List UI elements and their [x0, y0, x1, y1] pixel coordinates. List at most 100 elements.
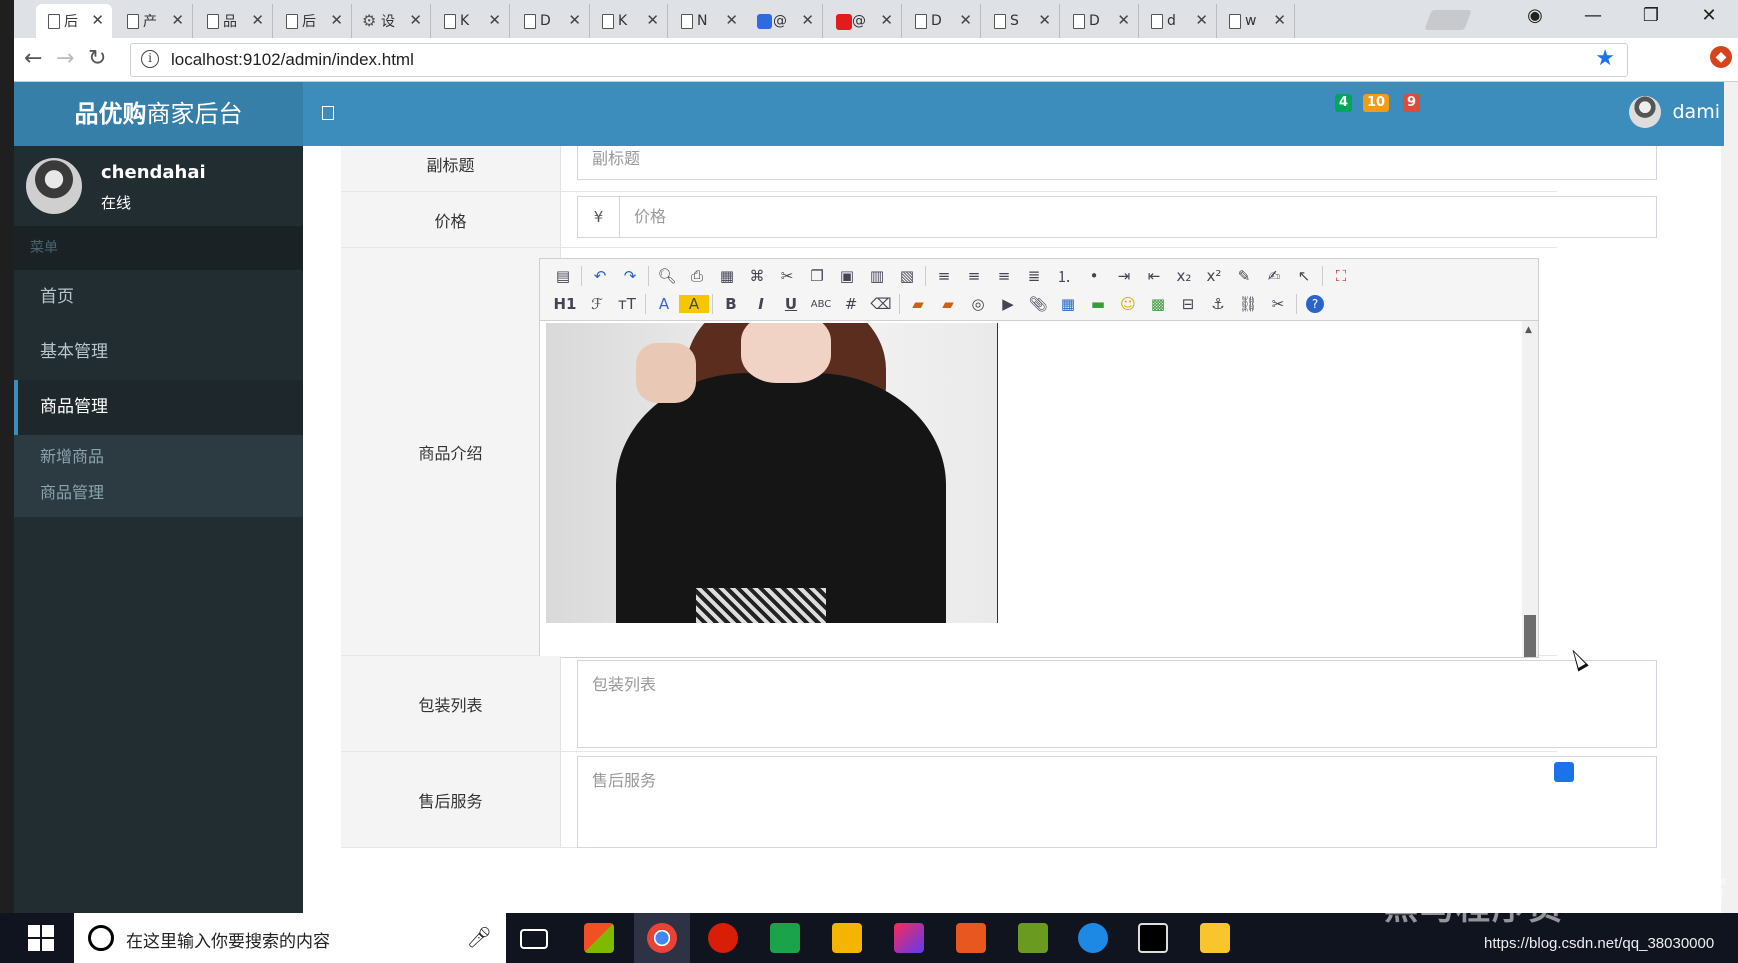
autofill-icon[interactable] — [1554, 762, 1574, 782]
fullscreen-icon[interactable]: ⛶ — [1326, 267, 1356, 285]
tab-close-icon[interactable]: ✕ — [725, 11, 738, 29]
tab-close-icon[interactable]: ✕ — [488, 11, 501, 29]
forward-arrow-icon[interactable]: → — [56, 46, 74, 71]
reload-icon[interactable]: ↻ — [88, 46, 106, 71]
new-tab-button[interactable] — [1424, 10, 1472, 30]
packing-textarea[interactable]: 包装列表 — [577, 660, 1657, 748]
price-input[interactable]: ¥ 价格 — [577, 196, 1657, 238]
strikethrough-icon[interactable]: ABC — [806, 299, 836, 310]
browser-tab[interactable]: d ✕ — [1139, 4, 1217, 38]
header-user-menu[interactable]: dami — [1628, 96, 1720, 128]
tab-close-icon[interactable]: ✕ — [880, 11, 893, 29]
map-icon[interactable]: ▩ — [1143, 295, 1173, 313]
cut-icon[interactable]: ✂ — [772, 267, 802, 285]
browser-tab[interactable]: @ ✕ — [745, 4, 823, 38]
task-view-icon[interactable] — [520, 929, 548, 949]
pagebreak-icon[interactable]: ⊟ — [1173, 295, 1203, 313]
sidebar-item-goods-management[interactable]: 商品管理 — [14, 380, 303, 435]
tab-close-icon[interactable]: ✕ — [646, 11, 659, 29]
url-field[interactable]: i localhost:9102/admin/index.html ★ — [130, 43, 1628, 77]
paste-icon[interactable]: ▣ — [832, 267, 862, 285]
subscript-icon[interactable]: x₂ — [1169, 267, 1199, 285]
app-icon[interactable] — [584, 923, 614, 953]
rich-text-editor[interactable]: ▤ ↶ ↷ 🔍︎ ⎙ ▦ ⌘ ✂ ❐ ▣ ▥ ▧ ≡ ≡ ≡ ≣ ⒈ • ⇥ ⇤… — [539, 258, 1539, 658]
file-explorer-icon[interactable] — [1200, 923, 1230, 953]
browser-tab[interactable]: 后 ✕ — [36, 4, 112, 38]
sidebar-subitem-goods-management[interactable]: 商品管理 — [14, 475, 303, 511]
extension-icon[interactable]: ◆ — [1710, 46, 1732, 68]
outdent-icon[interactable]: ⇤ — [1139, 267, 1169, 285]
product-image[interactable] — [546, 323, 998, 623]
multi-image-icon[interactable]: ▰ — [933, 295, 963, 313]
restore-button[interactable]: ❐ — [1622, 0, 1680, 32]
italic-icon[interactable]: I — [746, 295, 776, 313]
clear-format-icon[interactable]: ✎ — [1229, 267, 1259, 285]
scroll-up-arrow-icon[interactable]: ▲ — [1525, 325, 1532, 335]
link-icon[interactable]: ⛓ — [1233, 295, 1263, 313]
unordered-list-icon[interactable]: • — [1079, 267, 1109, 285]
flash-icon[interactable]: ◎ — [963, 295, 993, 313]
back-arrow-icon[interactable]: ← — [24, 46, 42, 71]
anchor-icon[interactable]: ⚓ — [1203, 295, 1233, 313]
font-family-icon[interactable]: ℱ — [582, 295, 612, 313]
align-left-icon[interactable]: ≡ — [929, 267, 959, 285]
sidebar-item-home[interactable]: 首页 — [14, 270, 303, 325]
app-yellow-icon[interactable] — [832, 923, 862, 953]
minimize-button[interactable]: — — [1564, 0, 1622, 32]
terminal-icon[interactable] — [1138, 923, 1168, 953]
select-all-icon[interactable]: ✍ — [1259, 267, 1289, 285]
preview-icon[interactable]: 🔍︎ — [652, 267, 682, 285]
undo-icon[interactable]: ↶ — [585, 267, 615, 285]
tab-close-icon[interactable]: ✕ — [409, 11, 422, 29]
font-color-icon[interactable]: A — [649, 295, 679, 313]
page-scrollbar[interactable] — [1724, 82, 1738, 913]
line-height-icon[interactable]: # — [836, 295, 866, 313]
app-green-icon[interactable] — [770, 923, 800, 953]
taskbar-search[interactable]: 在这里输入你要搜索的内容 🎤︎ — [74, 913, 506, 963]
intellij-icon[interactable] — [894, 923, 924, 953]
tab-close-icon[interactable]: ✕ — [1117, 11, 1130, 29]
print-icon[interactable]: ⎙ — [682, 267, 712, 285]
ordered-list-icon[interactable]: ⒈ — [1049, 266, 1079, 287]
browser-tab[interactable]: 产 ✕ — [115, 4, 193, 38]
tab-close-icon[interactable]: ✕ — [1273, 11, 1286, 29]
table-icon[interactable]: ▦ — [1053, 295, 1083, 313]
browser-tab[interactable]: N ✕ — [669, 4, 747, 38]
heading-dropdown[interactable]: H1 — [548, 295, 582, 313]
browser-tab[interactable]: K ✕ — [432, 4, 510, 38]
bold-icon[interactable]: B — [716, 295, 746, 313]
browser-tab[interactable]: 品 ✕ — [195, 4, 273, 38]
browser-tab[interactable]: ⚙ 设 ✕ — [353, 4, 431, 38]
image-icon[interactable]: ▰ — [903, 295, 933, 313]
browser-tab[interactable]: D ✕ — [1061, 4, 1139, 38]
tab-close-icon[interactable]: ✕ — [1195, 11, 1208, 29]
indent-icon[interactable]: ⇥ — [1109, 267, 1139, 285]
browser-tab[interactable]: @ ✕ — [824, 4, 902, 38]
browser-tab[interactable]: K ✕ — [590, 4, 668, 38]
paste-text-icon[interactable]: ▥ — [862, 267, 892, 285]
eraser-icon[interactable]: ⌫ — [866, 295, 896, 313]
editor-scrollbar[interactable]: ▲ — [1522, 321, 1538, 657]
align-center-icon[interactable]: ≡ — [959, 267, 989, 285]
unlink-icon[interactable]: ✂ — [1263, 295, 1293, 313]
sidebar-item-basic-management[interactable]: 基本管理 — [14, 325, 303, 380]
browser-tab[interactable]: w ✕ — [1217, 4, 1295, 38]
tab-close-icon[interactable]: ✕ — [1038, 11, 1051, 29]
app-blue-icon[interactable] — [1078, 923, 1108, 953]
messages-badge[interactable]: 4 — [1335, 94, 1353, 112]
notifications-badge[interactable]: 10 — [1363, 94, 1390, 112]
tab-close-icon[interactable]: ✕ — [251, 11, 264, 29]
tab-close-icon[interactable]: ✕ — [91, 11, 104, 29]
justify-icon[interactable]: ≣ — [1019, 267, 1049, 285]
browser-tab[interactable]: S ✕ — [982, 4, 1060, 38]
close-window-button[interactable]: ✕ — [1680, 0, 1738, 32]
tab-close-icon[interactable]: ✕ — [171, 11, 184, 29]
windows-start-icon[interactable] — [28, 925, 54, 951]
editor-scroll-thumb[interactable] — [1524, 615, 1536, 657]
tab-close-icon[interactable]: ✕ — [959, 11, 972, 29]
browser-tab[interactable]: D ✕ — [903, 4, 981, 38]
attachment-icon[interactable]: 📎︎ — [1023, 295, 1053, 313]
browser-tab[interactable]: 后 ✕ — [274, 4, 352, 38]
app-red-icon[interactable] — [708, 923, 738, 953]
pdf-icon[interactable] — [956, 923, 986, 953]
